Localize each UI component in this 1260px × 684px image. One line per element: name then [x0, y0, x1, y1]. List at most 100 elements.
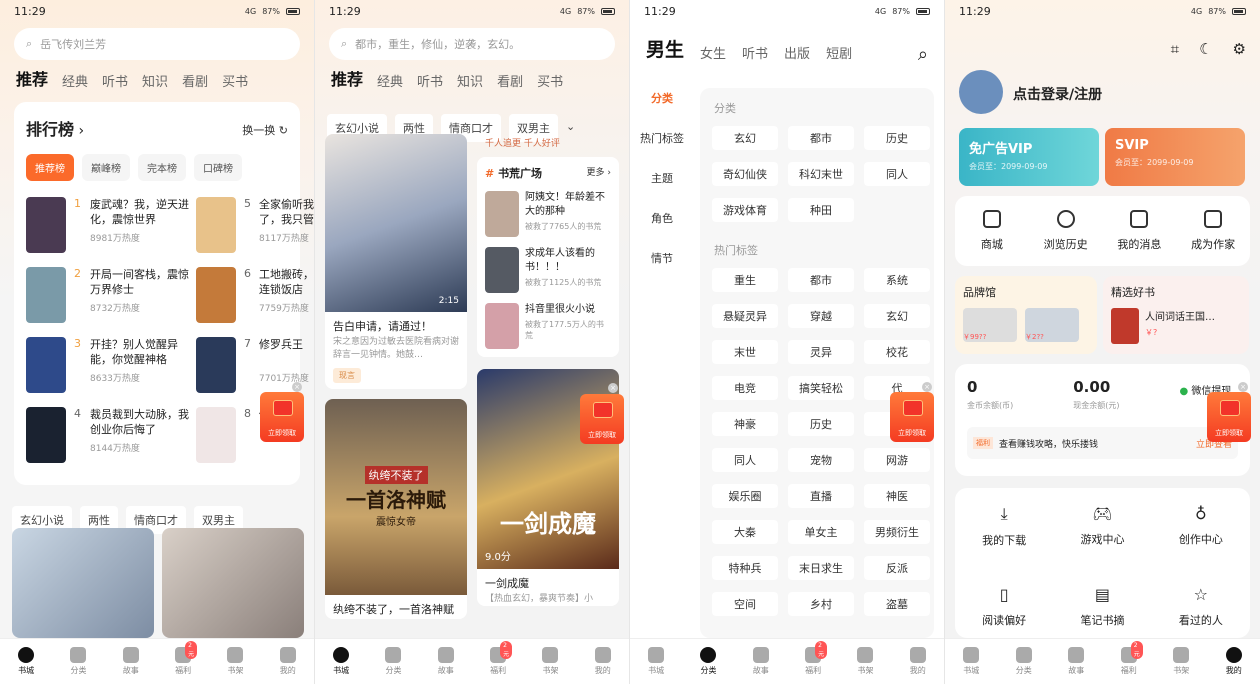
tag-chip[interactable]: 娱乐圈	[712, 484, 778, 508]
tab-knowledge[interactable]: 知识	[142, 71, 168, 96]
tabbar-welfare[interactable]: 福利 2元	[490, 641, 513, 676]
tabbar-story[interactable]: 故事	[752, 647, 769, 676]
tag-chip[interactable]: 都市	[788, 126, 854, 150]
game-center-button[interactable]: 🎮︎ 游戏中心	[1053, 504, 1151, 559]
feed-card[interactable]: 纨绔不装了 一首洛神赋 震惊女帝 纨绔不装了，一首洛神赋	[325, 399, 467, 619]
square-item[interactable]: 抖音里很火小说 被救了177.5万人的书荒	[485, 303, 611, 349]
tabbar-welfare[interactable]: 福利 2元	[175, 641, 198, 676]
tag-chip[interactable]: 玄幻	[712, 126, 778, 150]
history-button[interactable]: 浏览历史	[1029, 210, 1103, 266]
tabbar-mine[interactable]: 我的	[594, 647, 611, 676]
search-icon[interactable]: ⌕	[918, 44, 928, 65]
tag-chip[interactable]: 灵异	[788, 340, 854, 364]
avatar[interactable]	[959, 70, 1003, 114]
tabbar-mine[interactable]: 我的	[909, 647, 926, 676]
feed-cover-right[interactable]	[162, 528, 304, 638]
tag-chip[interactable]: 电竞	[712, 376, 778, 400]
close-icon[interactable]: ×	[922, 382, 932, 392]
tab-listen[interactable]: 听书	[102, 71, 128, 96]
tab-male[interactable]: 男生	[646, 35, 684, 68]
tag-chip[interactable]: 反派	[864, 556, 930, 580]
tabbar-welfare[interactable]: 福利 2元	[805, 641, 828, 676]
rank-item[interactable]: 1 废武魂？我，逆天进化，震惊世界 8981万热度	[26, 197, 196, 253]
search-input[interactable]: ⌕ 都市，重生，修仙，逆袭，玄幻。	[329, 28, 615, 60]
shop-button[interactable]: 商城	[955, 210, 1029, 266]
tab-drama[interactable]: 看剧	[182, 71, 208, 96]
redpack-button[interactable]: 立即领取	[260, 392, 304, 442]
messages-button[interactable]: 我的消息	[1103, 210, 1177, 266]
tag-chip[interactable]: 搞笑轻松	[788, 376, 854, 400]
tab-buy[interactable]: 买书	[537, 71, 563, 96]
rank-item[interactable]: 4 裁员裁到大动脉，我创业你后悔了 8144万热度	[26, 407, 196, 463]
square-item[interactable]: 求成年人该看的书！！！ 被救了1125人的书荒	[485, 247, 611, 293]
tab-knowledge[interactable]: 知识	[457, 71, 483, 96]
chevron-right-icon[interactable]: ›	[74, 123, 84, 139]
tag-chip[interactable]: 系统	[864, 268, 930, 292]
tag-chip[interactable]: 盗墓	[864, 592, 930, 616]
tag-chip[interactable]: 神医	[864, 484, 930, 508]
tag-chip[interactable]: 同人	[864, 162, 930, 186]
rank-item[interactable]: 5 全家偷听我心声杀疯了，我只管吃奶 8117万热度	[196, 197, 314, 253]
tabbar-mine[interactable]: 我的	[1225, 647, 1242, 676]
square-title[interactable]: # 书荒广场	[485, 165, 542, 181]
tabbar-story[interactable]: 故事	[437, 647, 454, 676]
side-item-theme[interactable]: 主题	[651, 170, 673, 186]
tab-recommend[interactable]: 推荐	[331, 66, 363, 96]
square-more-link[interactable]: 更多 ›	[587, 165, 611, 181]
tabbar-category[interactable]: 分类	[70, 647, 87, 676]
tag-chip[interactable]: 空间	[712, 592, 778, 616]
square-item[interactable]: 阿姨文！年龄差不大的那种 被救了7765人的书荒	[485, 191, 611, 237]
gear-icon[interactable]: ⚙	[1233, 40, 1246, 58]
vip-card[interactable]: 免广告VIP 会员至：2099-09-09	[959, 128, 1099, 186]
chip-reputation[interactable]: 口碑榜	[194, 154, 242, 181]
side-item-role[interactable]: 角色	[651, 210, 673, 226]
tag-chip[interactable]: 奇幻仙侠	[712, 162, 778, 186]
chip-peak[interactable]: 巅峰榜	[82, 154, 130, 181]
feed-cover-left[interactable]	[12, 528, 154, 638]
tab-drama[interactable]: 看剧	[497, 71, 523, 96]
rank-item[interactable]: 2 开局一间客栈，震惊万界修士 8732万热度	[26, 267, 196, 323]
tag-chip[interactable]: 乡村	[788, 592, 854, 616]
search-input[interactable]: ⌕ 岳飞传刘兰芳	[14, 28, 300, 60]
close-icon[interactable]: ×	[1238, 382, 1248, 392]
tabbar-mine[interactable]: 我的	[279, 647, 296, 676]
tag-chip[interactable]: 校花	[864, 340, 930, 364]
tag-chip[interactable]: 大秦	[712, 520, 778, 544]
tag-chip[interactable]: 宠物	[788, 448, 854, 472]
tag-chip[interactable]: 同人	[712, 448, 778, 472]
become-author-button[interactable]: 成为作家	[1176, 210, 1250, 266]
tabbar-bookstore[interactable]: 书城	[963, 647, 980, 676]
tag-chip[interactable]: 网游	[864, 448, 930, 472]
side-item-hot-tags[interactable]: 热门标签	[640, 130, 684, 146]
tag-chip[interactable]: 都市	[788, 268, 854, 292]
viewers-button[interactable]: ☆ 看过的人	[1152, 585, 1250, 639]
tag-chip[interactable]: 种田	[788, 198, 854, 222]
feed-card[interactable]: 2:15 告白申请，请通过！ 宋之意因为过敏去医院看病对谢辞言一见钟情。她鼓… …	[325, 134, 467, 389]
tabbar-welfare[interactable]: 福利 2元	[1120, 641, 1143, 676]
redpack-button[interactable]: 立即领取	[890, 392, 934, 442]
reading-pref-button[interactable]: ▯ 阅读偏好	[955, 585, 1053, 639]
tabbar-shelf[interactable]: 书架	[1173, 647, 1190, 676]
tag-chip[interactable]: 游戏体育	[712, 198, 778, 222]
tabbar-category[interactable]: 分类	[700, 647, 717, 676]
redpack-button[interactable]: 立即领取	[580, 394, 624, 444]
tag-chip[interactable]: 单女主	[788, 520, 854, 544]
rank-switch-button[interactable]: 换一换 ↻	[242, 122, 288, 138]
tag-chip[interactable]: 科幻末世	[788, 162, 854, 186]
tab-classic[interactable]: 经典	[62, 71, 88, 96]
side-item-plot[interactable]: 情节	[651, 250, 673, 266]
tab-classic[interactable]: 经典	[377, 71, 403, 96]
tag-chip[interactable]: 穿越	[788, 304, 854, 328]
tab-listen[interactable]: 听书	[417, 71, 443, 96]
tab-short-drama[interactable]: 短剧	[826, 43, 852, 68]
rank-item[interactable]: 6 工地搬砖，被老板管连锁饭店 7759万热度	[196, 267, 314, 323]
tag-chip[interactable]: 特种兵	[712, 556, 778, 580]
tag-chip[interactable]: 玄幻	[864, 304, 930, 328]
login-link[interactable]: 点击登录/注册	[1013, 84, 1102, 104]
tag-chip[interactable]: 直播	[788, 484, 854, 508]
picked-books[interactable]: 精选好书 人间词话王国… ￥?	[1103, 276, 1249, 354]
rank-title[interactable]: 排行榜	[26, 116, 74, 140]
tab-recommend[interactable]: 推荐	[16, 66, 48, 96]
tag-chip[interactable]: 重生	[712, 268, 778, 292]
tabbar-category[interactable]: 分类	[1015, 647, 1032, 676]
